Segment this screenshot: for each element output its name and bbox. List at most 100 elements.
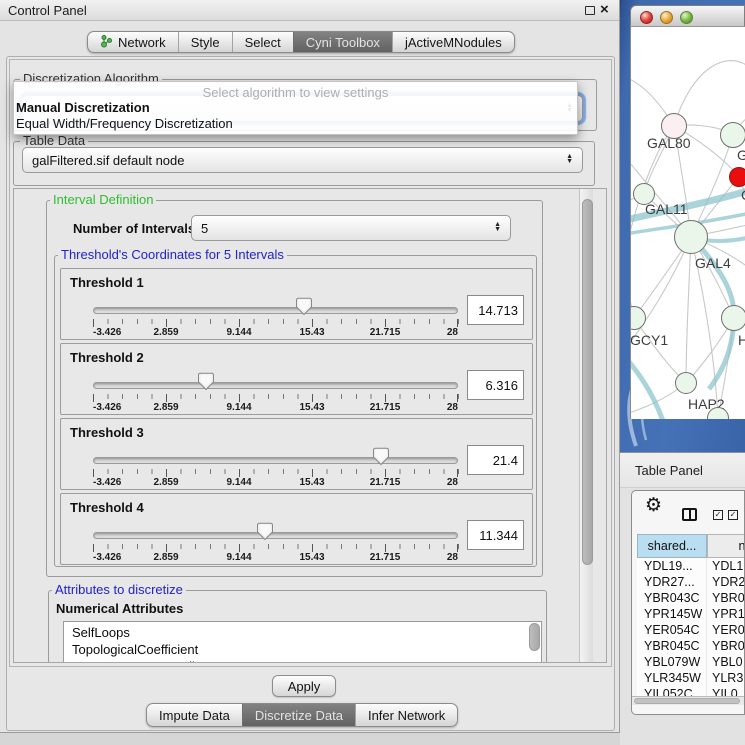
network-node[interactable] <box>721 305 745 331</box>
table-hscrollbar-track[interactable] <box>632 696 745 705</box>
tab-impute-data[interactable]: Impute Data <box>147 704 242 726</box>
thresholds-group: Threshold 1 -3.4262.8599.14415.4321.7152… <box>54 255 537 567</box>
control-panel-titlebar[interactable]: Control Panel × <box>0 0 619 21</box>
tab-jactivemnodules[interactable]: jActiveMNodules <box>392 32 514 52</box>
tab-cyni-toolbox[interactable]: Cyni Toolbox <box>293 32 392 52</box>
numerical-attributes-list[interactable]: SelfLoopsTopologicalCoefficientBetweenne… <box>63 621 542 663</box>
table-row[interactable]: YBL079WYBL0 <box>637 654 745 670</box>
network-canvas[interactable]: GAL80GCGAL11GAL4GCY1HHAP2 <box>630 27 745 419</box>
cell-name: YDL1 <box>707 558 745 574</box>
cyni-mode-tabs: Impute Data Discretize Data Infer Networ… <box>146 703 458 727</box>
slider-track[interactable] <box>93 457 458 464</box>
split-columns-icon[interactable] <box>682 508 697 521</box>
table-panel-titlebar[interactable]: Table Panel <box>620 452 745 488</box>
table-row[interactable]: YDR27...YDR2 <box>637 574 745 590</box>
table-row[interactable]: YLR345WYLR3 <box>637 670 745 686</box>
network-graph-icon <box>100 34 113 51</box>
table-row[interactable]: YER054CYER0 <box>637 622 745 638</box>
checkbox-select-all-icon[interactable]: ✓ <box>713 510 723 520</box>
slider-thumb[interactable] <box>373 447 390 466</box>
slider-track[interactable] <box>93 382 458 389</box>
table-rows: YDL19...YDL1YDR27...YDR2YBR043CYBR0YPR14… <box>637 558 745 702</box>
attribute-item[interactable]: TopologicalCoefficient <box>72 641 541 658</box>
threshold-panel: Threshold 2 -3.4262.8599.14415.4321.7152… <box>60 343 533 415</box>
network-node[interactable] <box>729 167 745 187</box>
tab-style[interactable]: Style <box>178 32 232 52</box>
network-nodes-layer: GAL80GCGAL11GAL4GCY1HHAP2 <box>631 27 745 419</box>
num-intervals-combobox[interactable]: 5 ▲▼ <box>191 215 511 241</box>
network-node[interactable] <box>674 220 708 254</box>
attributes-list-scrollbar[interactable] <box>529 623 540 651</box>
float-window-icon[interactable] <box>585 6 595 15</box>
slider-scale-labels: -3.4262.8599.14415.4321.71528 <box>93 327 458 339</box>
slider-scale-labels: -3.4262.8599.14415.4321.71528 <box>93 552 458 564</box>
num-intervals-label: Number of Intervals <box>73 221 195 236</box>
minimize-traffic-light[interactable] <box>660 11 673 24</box>
table-row[interactable]: YBR043CYBR0 <box>637 590 745 606</box>
stepper-arrows-icon: ▲▼ <box>488 223 501 232</box>
table-row[interactable]: YDL19...YDL1 <box>637 558 745 574</box>
table-hscrollbar-thumb[interactable] <box>634 698 740 704</box>
group-title-thresholds: Threshold's Coordinates for 5 Intervals <box>58 248 287 262</box>
table-data-selected-value: galFiltered.sif default node <box>32 153 184 168</box>
cell-shared-name: YPR145W <box>637 606 707 622</box>
panel-scrollbar-thumb[interactable] <box>582 199 593 565</box>
zoom-traffic-light[interactable] <box>680 11 693 24</box>
slider-scale-labels: -3.4262.8599.14415.4321.71528 <box>93 402 458 414</box>
cell-shared-name: YLR345W <box>637 670 707 686</box>
close-traffic-light[interactable] <box>640 11 653 24</box>
column-header-name[interactable]: n <box>707 534 745 558</box>
slider-thumb[interactable] <box>198 372 215 391</box>
algorithm-option-manual[interactable]: Manual Discretization <box>16 100 150 115</box>
tab-label: Infer Network <box>368 708 445 723</box>
desktop-background: GAL80GCGAL11GAL4GCY1HHAP2 <box>620 0 745 452</box>
cell-shared-name: YBR043C <box>637 590 707 606</box>
tab-network[interactable]: Network <box>88 32 178 52</box>
group-title-table-data: Table Data <box>20 134 88 148</box>
attribute-item[interactable]: BetweennessCentrality <box>72 658 541 663</box>
column-header-shared-name[interactable]: shared... <box>637 534 707 558</box>
table-row[interactable]: YBR045CYBR0 <box>637 638 745 654</box>
threshold-value-field[interactable]: 14.713 <box>467 295 524 325</box>
cell-shared-name: YDR27... <box>637 574 707 590</box>
network-node[interactable] <box>707 407 729 419</box>
network-node[interactable] <box>630 306 646 330</box>
threshold-value-field[interactable]: 21.4 <box>467 445 524 475</box>
tab-label: jActiveMNodules <box>405 35 502 50</box>
threshold-value-field[interactable]: 11.344 <box>467 520 524 550</box>
tab-select[interactable]: Select <box>232 32 293 52</box>
slider-track[interactable] <box>93 307 458 314</box>
cell-shared-name: YER054C <box>637 622 707 638</box>
apply-button[interactable]: Apply <box>272 675 336 697</box>
table-data-combobox[interactable]: galFiltered.sif default node ▲▼ <box>22 147 583 173</box>
cell-shared-name: YBL079W <box>637 654 707 670</box>
stepper-arrows-icon: ▲▼ <box>560 155 573 164</box>
table-row[interactable]: YPR145WYPR1 <box>637 606 745 622</box>
threshold-value-field[interactable]: 6.316 <box>467 370 524 400</box>
slider-thumb[interactable] <box>295 297 312 316</box>
network-node[interactable] <box>675 372 697 394</box>
network-window-titlebar[interactable] <box>630 5 745 27</box>
network-view-window: GAL80GCGAL11GAL4GCY1HHAP2 <box>630 5 745 419</box>
slider-track[interactable] <box>93 532 458 539</box>
algorithm-option-equal-width[interactable]: Equal Width/Frequency Discretization <box>16 116 233 131</box>
network-node[interactable] <box>720 122 745 148</box>
slider-scale-labels: -3.4262.8599.14415.4321.71528 <box>93 477 458 489</box>
group-title-interval-definition: Interval Definition <box>50 193 156 207</box>
tab-label: Cyni Toolbox <box>306 35 380 50</box>
cell-shared-name: YBR045C <box>637 638 707 654</box>
gear-icon[interactable]: ⚙ <box>645 494 662 517</box>
slider-thumb[interactable] <box>256 522 273 541</box>
table-header-row: shared... n <box>637 534 745 558</box>
checkbox-select-none-icon[interactable]: ✓ <box>728 510 738 520</box>
cell-name: YER0 <box>707 622 745 638</box>
algorithm-hint-option[interactable]: Select algorithm to view settings <box>14 85 577 100</box>
tab-label: Discretize Data <box>255 708 343 723</box>
panel-scrollbar-track[interactable] <box>579 189 593 663</box>
window-title: Control Panel <box>8 3 87 18</box>
close-icon[interactable]: × <box>600 1 609 18</box>
threshold-panel: Threshold 1 -3.4262.8599.14415.4321.7152… <box>60 268 533 340</box>
tab-infer-network[interactable]: Infer Network <box>355 704 457 726</box>
attribute-item[interactable]: SelfLoops <box>72 624 541 641</box>
tab-discretize-data[interactable]: Discretize Data <box>242 704 355 726</box>
